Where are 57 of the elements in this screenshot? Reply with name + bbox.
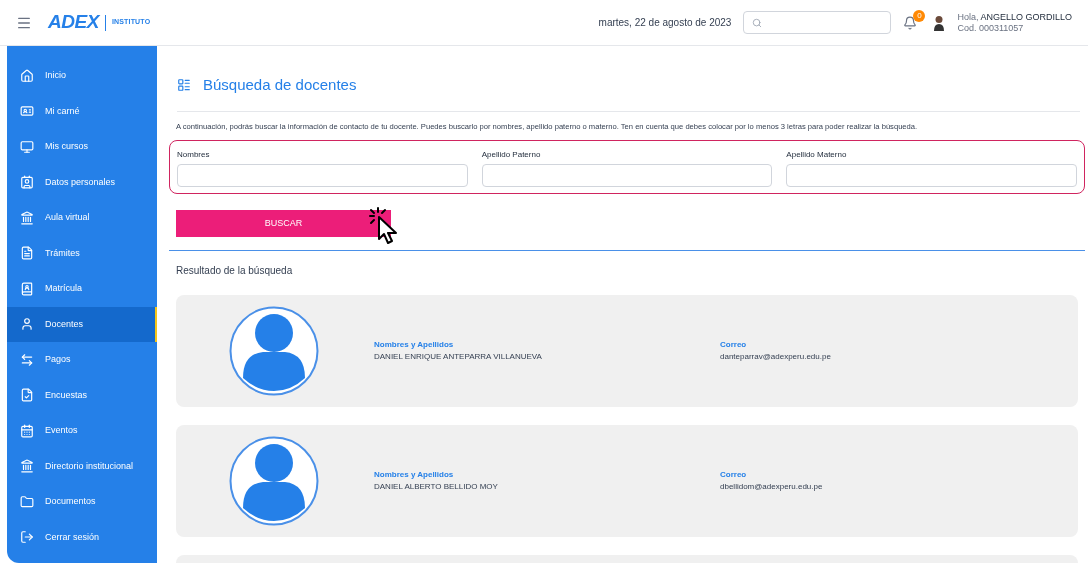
list-icon [177, 78, 191, 93]
home-icon [20, 68, 34, 83]
input-field[interactable] [786, 163, 1077, 187]
monitor-icon [20, 139, 34, 154]
input-field[interactable] [481, 163, 773, 187]
page-title: Búsqueda de docentes [203, 75, 357, 95]
teacher-email: dbellidom@adexperu.edu.pe [720, 481, 823, 494]
field-label: Apellido Paterno [481, 148, 542, 161]
sidebar-item[interactable]: Eventos [7, 413, 157, 449]
field-label: Nombres [177, 148, 211, 161]
sidebar-item[interactable]: Cerrar sesión [7, 519, 157, 555]
avatar-icon [229, 436, 319, 527]
sidebar-item[interactable]: Trámites [7, 235, 157, 271]
user-avatar-icon [933, 14, 946, 31]
search-icon [752, 17, 763, 28]
sidebar-item[interactable]: Matrícula [7, 271, 157, 307]
sidebar-item[interactable]: Inicio [7, 58, 157, 94]
sidebar-item[interactable]: Documentos [7, 484, 157, 520]
sidebar-item[interactable]: Directorio institucional [7, 448, 157, 484]
teacher-email: danteparrav@adexperu.edu.pe [720, 351, 831, 364]
book-icon [20, 281, 34, 296]
sidebar-item[interactable]: Docentes [7, 306, 157, 342]
bank-icon [20, 459, 34, 474]
avatar-icon [229, 306, 319, 397]
teacher-name: DANIEL ALBERTO BELLIDO MOY [374, 481, 499, 494]
teacher-name: DANIEL ENRIQUE ANTEPARRA VILLANUEVA [374, 351, 543, 364]
notification-badge: 0 [913, 9, 926, 22]
sidebar-item[interactable]: Datos personales [7, 164, 157, 200]
user-code: Cod. 000311057 [957, 22, 1025, 34]
calendar-icon [20, 423, 34, 438]
checked-document-icon [20, 388, 34, 403]
sidebar-item[interactable]: Mis cursos [7, 129, 157, 165]
name-label: Nombres y Apellidos [374, 339, 455, 352]
name-label: Nombres y Apellidos [374, 469, 455, 482]
search-field[interactable] [743, 11, 892, 34]
document-icon [20, 246, 34, 261]
sidebar-item[interactable]: Encuestas [7, 377, 157, 413]
date-text: martes, 22 de agosto de 2023 [598, 16, 732, 30]
email-label: Correo [720, 469, 748, 482]
building-icon [20, 210, 34, 225]
search-button[interactable]: BUSCAR [176, 210, 391, 238]
bell-icon[interactable] [903, 15, 918, 30]
input-field[interactable] [177, 163, 468, 187]
field-label: Apellido Materno [786, 148, 848, 161]
sidebar-item[interactable]: Aula virtual [7, 200, 157, 236]
folder-icon [20, 494, 34, 509]
badge-icon [20, 104, 34, 119]
id-card-icon [20, 175, 34, 190]
logo: ADEX [48, 10, 99, 35]
email-label: Correo [720, 339, 748, 352]
results-title: Resultado de la búsqueda [176, 264, 294, 279]
arrows-icon [20, 352, 34, 367]
sidebar-item[interactable]: Mi carné [7, 93, 157, 129]
logout-icon [20, 530, 34, 545]
user-greeting: Hola, ANGELLO GORDILLO [957, 11, 1072, 23]
person-icon [20, 317, 34, 332]
sidebar-item[interactable]: Pagos [7, 342, 157, 378]
